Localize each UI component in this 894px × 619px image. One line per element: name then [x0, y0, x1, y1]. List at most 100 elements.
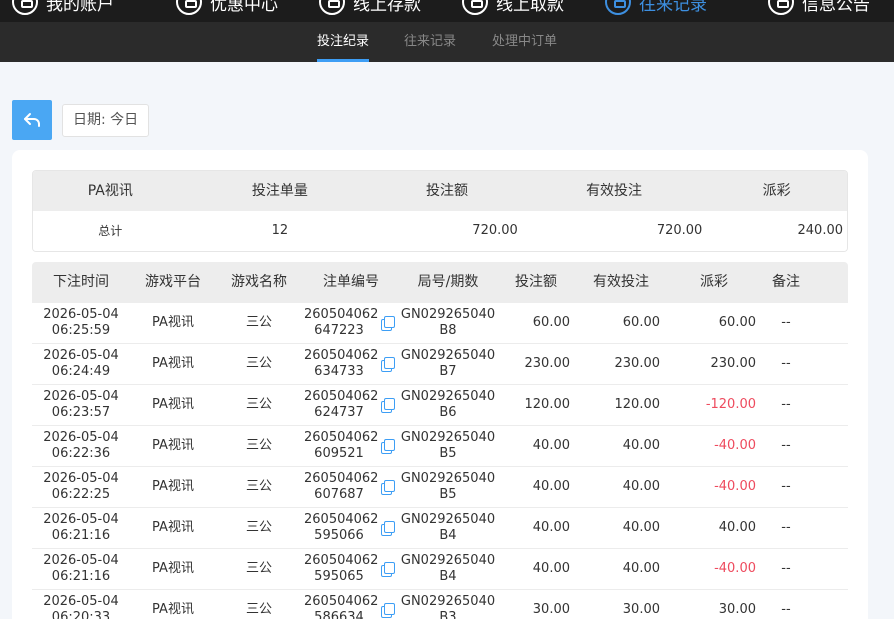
nav-item-records[interactable]: 往来记录 — [605, 0, 707, 17]
copy-icon[interactable] — [379, 438, 395, 454]
bet-clock: 06:25:59 — [51, 323, 111, 338]
summary-header-payout: 派彩 — [762, 183, 791, 199]
order-no-line2: 607687 — [314, 487, 364, 502]
round-no-line2: B5 — [439, 446, 457, 461]
bet-clock: 06:21:16 — [51, 569, 111, 584]
cell-game: 三公 — [245, 520, 272, 535]
back-button[interactable] — [12, 100, 52, 140]
cell-bet-amount: 120.00 — [524, 397, 571, 412]
back-arrow-icon — [24, 113, 40, 127]
nav-item-withdraw[interactable]: 线上取款 — [462, 0, 564, 17]
table-row: 2026-05-04 06:22:36 PA视讯 三公 260504062 609521 G… — [32, 426, 848, 467]
round-no-line1: GN029265040 — [400, 348, 496, 363]
header-payout: 派彩 — [700, 274, 728, 290]
header-order-no: 注单编号 — [323, 274, 379, 290]
copy-icon[interactable] — [379, 520, 395, 536]
cell-order-no: 260504062 586634 — [302, 590, 400, 619]
copy-icon[interactable] — [379, 602, 395, 618]
cell-bet-time: 2026-05-04 06:21:16 — [32, 508, 130, 548]
cell-payout: -40.00 — [714, 479, 756, 494]
copy-icon[interactable] — [379, 315, 395, 331]
summary-total-payout: 240.00 — [797, 223, 844, 238]
cell-valid-bet: 40.00 — [622, 438, 660, 453]
cell-payout: 30.00 — [718, 602, 756, 617]
summary-total-bet: 720.00 — [472, 223, 518, 238]
cell-note: -- — [781, 520, 791, 535]
cell-payout: 40.00 — [718, 520, 756, 535]
nav-label: 我的账户 — [46, 0, 114, 15]
cell-order-no: 260504062 624737 — [302, 385, 400, 425]
detail-header: 下注时间 游戏平台 游戏名称 注单编号 局号/期数 投注额 有效投注 派彩 备注 — [32, 262, 848, 303]
cell-platform: PA视讯 — [152, 479, 194, 494]
copy-icon[interactable] — [379, 479, 395, 495]
cell-bet-time: 2026-05-04 06:21:16 — [32, 549, 130, 589]
table-row: 2026-05-04 06:21:16 PA视讯 三公 260504062 595065 G… — [32, 549, 848, 590]
round-no-line1: GN029265040 — [400, 307, 496, 322]
cell-bet-amount: 40.00 — [532, 520, 570, 535]
cell-valid-bet: 30.00 — [622, 602, 660, 617]
cell-round-no: GN029265040 B5 — [400, 426, 496, 466]
cell-note: -- — [781, 315, 791, 330]
tab-bet-records[interactable]: 投注纪录 — [317, 22, 370, 62]
table-row: 2026-05-04 06:24:49 PA视讯 三公 260504062 634733 G… — [32, 344, 848, 385]
cell-game: 三公 — [245, 479, 272, 494]
nav-item-deposit[interactable]: 线上存款 — [319, 0, 421, 17]
round-no-line2: B4 — [439, 528, 457, 543]
date-filter[interactable]: 日期: 今日 — [62, 104, 150, 137]
bet-date: 2026-05-04 — [43, 512, 119, 527]
table-row: 2026-05-04 06:20:33 PA视讯 三公 260504062 586634 G… — [32, 590, 848, 619]
round-no-line1: GN029265040 — [400, 553, 496, 568]
order-no-line2: 647223 — [314, 323, 364, 338]
round-no-line2: B8 — [439, 323, 457, 338]
summary-header-count: 投注单量 — [251, 183, 308, 199]
round-no-line1: GN029265040 — [400, 594, 496, 609]
cell-bet-time: 2026-05-04 06:24:49 — [32, 344, 130, 384]
copy-icon[interactable] — [379, 397, 395, 413]
cell-game: 三公 — [245, 561, 272, 576]
cell-payout: 230.00 — [710, 356, 757, 371]
cell-note: -- — [781, 602, 791, 617]
summary-total-count: 12 — [271, 223, 289, 238]
order-no-line1: 260504062 — [304, 389, 379, 404]
order-no-line1: 260504062 — [304, 471, 379, 486]
nav-item-promotions[interactable]: 优惠中心 — [176, 0, 278, 17]
cell-bet-amount: 40.00 — [532, 561, 570, 576]
bet-clock: 06:21:16 — [51, 528, 111, 543]
copy-icon[interactable] — [379, 356, 395, 372]
cell-round-no: GN029265040 B7 — [400, 344, 496, 384]
cell-game: 三公 — [245, 602, 272, 617]
bet-date: 2026-05-04 — [43, 348, 119, 363]
summary-total-label: 总计 — [98, 224, 123, 238]
cell-note: -- — [781, 356, 791, 371]
records-icon — [605, 0, 631, 15]
round-no-line1: GN029265040 — [400, 512, 496, 527]
header-bet-amount: 投注额 — [515, 274, 557, 290]
cell-valid-bet: 60.00 — [622, 315, 660, 330]
tab-transaction-records[interactable]: 往来记录 — [404, 22, 456, 62]
cell-game: 三公 — [245, 438, 272, 453]
cell-note: -- — [781, 397, 791, 412]
order-no-line2: 634733 — [314, 364, 364, 379]
header-game: 游戏名称 — [231, 274, 287, 290]
top-nav: 我的账户 优惠中心 线上存款 线上取款 往来记录 信息公告 — [0, 0, 894, 22]
gift-icon — [176, 0, 202, 15]
cell-payout: -40.00 — [714, 561, 756, 576]
nav-item-account[interactable]: 我的账户 — [12, 0, 114, 17]
cell-payout: -40.00 — [714, 438, 756, 453]
cell-payout: -120.00 — [705, 397, 756, 412]
nav-item-announcements[interactable]: 信息公告 — [768, 0, 870, 17]
bet-date: 2026-05-04 — [43, 307, 119, 322]
cell-platform: PA视讯 — [152, 520, 194, 535]
cell-platform: PA视讯 — [152, 356, 194, 371]
detail-body: 2026-05-04 06:25:59 PA视讯 三公 260504062 647223 G… — [32, 303, 848, 619]
header-platform: 游戏平台 — [145, 274, 201, 290]
bet-clock: 06:24:49 — [51, 364, 111, 379]
tab-pending-orders[interactable]: 处理中订单 — [492, 22, 557, 62]
order-no-line1: 260504062 — [304, 348, 379, 363]
cell-round-no: GN029265040 B8 — [400, 303, 496, 343]
cell-round-no: GN029265040 B5 — [400, 467, 496, 507]
cell-order-no: 260504062 595066 — [302, 508, 400, 548]
copy-icon[interactable] — [379, 561, 395, 577]
cell-order-no: 260504062 595065 — [302, 549, 400, 589]
table-row: 2026-05-04 06:22:25 PA视讯 三公 260504062 607687 G… — [32, 467, 848, 508]
